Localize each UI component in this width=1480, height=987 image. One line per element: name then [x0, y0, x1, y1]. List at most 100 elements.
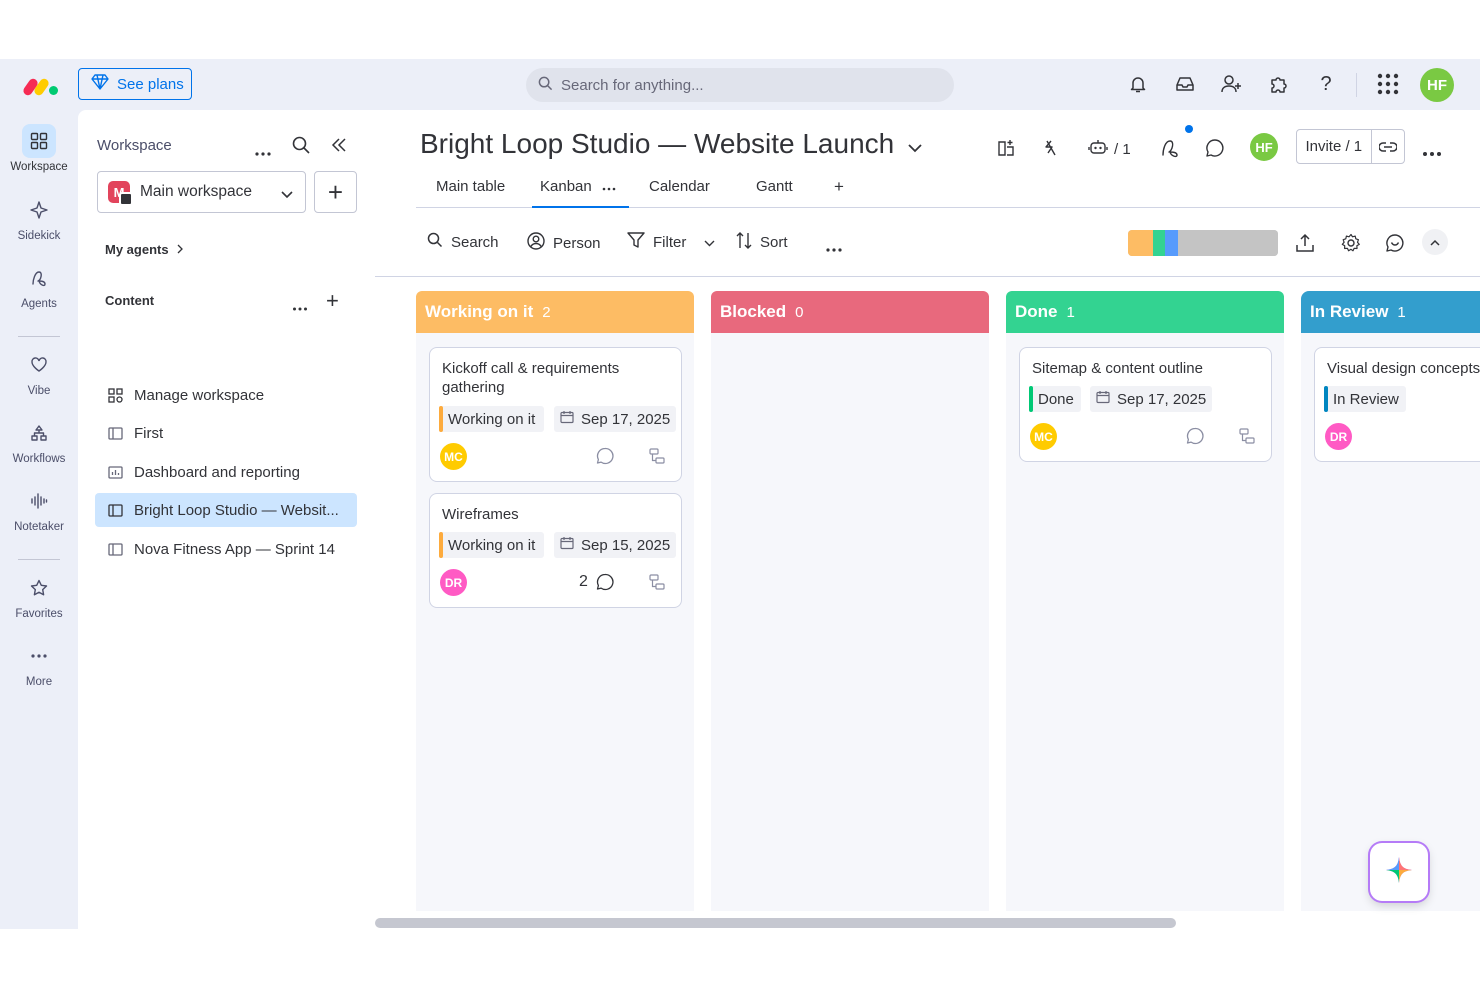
- sparkle-icon: [22, 193, 56, 227]
- column-name: Working on it: [425, 302, 534, 321]
- rail-item-sidekick[interactable]: Sidekick: [0, 193, 78, 255]
- comment-icon[interactable]: [595, 446, 615, 466]
- content-add-icon[interactable]: +: [326, 290, 339, 312]
- status-chip[interactable]: In Review: [1324, 386, 1406, 412]
- add-view-button[interactable]: +: [834, 177, 844, 207]
- workspace-selector[interactable]: M Main workspace: [97, 171, 306, 213]
- automate-icon[interactable]: [1041, 138, 1061, 163]
- invite-button[interactable]: Invite / 1: [1297, 138, 1371, 155]
- subitems-icon[interactable]: [1237, 426, 1257, 446]
- robot-icon: [1088, 138, 1108, 160]
- rail-item-agents[interactable]: Agents: [0, 261, 78, 323]
- chevron-down-icon[interactable]: [704, 234, 715, 251]
- date-chip[interactable]: Sep 15, 2025: [554, 532, 677, 558]
- tab-kanban[interactable]: Kanban: [532, 178, 629, 208]
- integrate-icon[interactable]: [996, 138, 1016, 163]
- collapse-sidebar-icon[interactable]: [331, 138, 347, 157]
- toolbar-more-icon[interactable]: [825, 240, 843, 258]
- board-search-button[interactable]: Search: [427, 232, 499, 252]
- tab-more-icon[interactable]: [602, 179, 616, 196]
- column-header[interactable]: Done 1: [1006, 291, 1284, 333]
- column-header[interactable]: In Review 1: [1301, 291, 1480, 333]
- board-more-icon[interactable]: [1422, 144, 1442, 162]
- rail-item-favorites[interactable]: Favorites: [0, 571, 78, 633]
- rail-label: More: [25, 676, 53, 688]
- star-icon: [22, 571, 56, 605]
- content-more-icon[interactable]: [292, 299, 308, 317]
- comment-icon[interactable]: [595, 572, 615, 592]
- sort-button[interactable]: Sort: [736, 232, 788, 253]
- column-header[interactable]: Blocked 0: [711, 291, 989, 333]
- status-progress-bar[interactable]: [1128, 230, 1278, 256]
- rail-item-more[interactable]: More: [0, 639, 78, 701]
- assignee-avatar[interactable]: MC: [1030, 423, 1057, 450]
- status-chip[interactable]: Working on it: [439, 406, 544, 432]
- board-owner-avatar[interactable]: HF: [1250, 133, 1278, 161]
- search-icon: [538, 76, 553, 95]
- rail-label: Workspace: [10, 161, 68, 173]
- sidebar-item-bright-loop[interactable]: Bright Loop Studio — Websit...: [95, 493, 357, 527]
- sidekick-icon[interactable]: [1160, 138, 1180, 163]
- kanban-card[interactable]: Sitemap & content outline Done Sep 17, 2…: [1019, 347, 1272, 462]
- app-switcher-icon[interactable]: [1376, 72, 1400, 96]
- automations-counter[interactable]: / 1: [1088, 138, 1131, 160]
- status-chip[interactable]: Done: [1029, 386, 1081, 412]
- tab-gantt[interactable]: Gantt: [756, 178, 793, 208]
- copy-link-icon[interactable]: [1372, 141, 1404, 152]
- rail-item-vibe[interactable]: Vibe: [0, 348, 78, 410]
- global-search-input[interactable]: Search for anything...: [526, 68, 954, 102]
- card-title: Visual design concepts: [1327, 360, 1480, 377]
- automations-count: / 1: [1114, 140, 1131, 158]
- apps-puzzle-icon[interactable]: [1267, 72, 1291, 96]
- export-icon[interactable]: [1295, 233, 1315, 258]
- subitems-icon[interactable]: [647, 446, 667, 466]
- help-icon[interactable]: ?: [1314, 72, 1338, 96]
- board-chat-icon[interactable]: [1385, 233, 1405, 258]
- settings-gear-icon[interactable]: [1341, 233, 1361, 258]
- sidebar-item-label: Dashboard and reporting: [134, 463, 300, 481]
- ai-assistant-button[interactable]: [1370, 843, 1428, 901]
- assignee-avatar[interactable]: DR: [1325, 423, 1352, 450]
- rail-item-workspace[interactable]: Workspace: [0, 124, 78, 186]
- ai-sparkle-icon: [1384, 855, 1414, 890]
- column-header[interactable]: Working on it 2: [416, 291, 694, 333]
- rail-label: Agents: [21, 298, 57, 310]
- sidebar-search-icon[interactable]: [292, 136, 310, 159]
- board-title[interactable]: Bright Loop Studio — Website Launch: [420, 128, 922, 160]
- see-plans-button[interactable]: See plans: [78, 68, 192, 100]
- date-chip[interactable]: Sep 17, 2025: [1090, 386, 1213, 412]
- sidebar-item-nova-fitness[interactable]: Nova Fitness App — Sprint 14: [95, 532, 357, 566]
- kanban-card[interactable]: Kickoff call & requirements gathering Wo…: [429, 347, 682, 482]
- inbox-icon[interactable]: [1173, 72, 1197, 96]
- date-chip[interactable]: Sep 17, 2025: [554, 406, 677, 432]
- bell-icon[interactable]: [1126, 72, 1150, 96]
- comment-icon[interactable]: [1185, 426, 1205, 446]
- sidebar-item-dashboard[interactable]: Dashboard and reporting: [95, 455, 357, 489]
- collapse-header-icon[interactable]: [1422, 229, 1448, 255]
- add-item-button[interactable]: +: [314, 171, 357, 213]
- sidebar-item-label: Nova Fitness App — Sprint 14: [134, 540, 335, 558]
- kanban-column-blocked: Blocked 0: [711, 291, 989, 911]
- user-avatar[interactable]: HF: [1420, 68, 1454, 102]
- invite-members-icon[interactable]: [1220, 72, 1244, 96]
- my-agents-link[interactable]: My agents: [105, 242, 183, 257]
- monday-logo[interactable]: [21, 72, 60, 97]
- rail-item-notetaker[interactable]: Notetaker: [0, 484, 78, 546]
- assignee-avatar[interactable]: DR: [440, 569, 467, 596]
- comment-icon[interactable]: [1205, 138, 1225, 163]
- horizontal-scrollbar[interactable]: [375, 918, 1176, 928]
- kanban-card[interactable]: Visual design concepts In Review DR: [1314, 347, 1480, 462]
- sidebar-more-icon[interactable]: [254, 144, 272, 162]
- person-filter-button[interactable]: Person: [527, 232, 601, 254]
- sidebar-item-first[interactable]: First: [95, 416, 357, 450]
- sidebar-item-manage-workspace[interactable]: Manage workspace: [95, 378, 357, 412]
- tab-main-table[interactable]: Main table: [436, 178, 505, 208]
- rail-item-workflows[interactable]: Workflows: [0, 416, 78, 478]
- tab-calendar[interactable]: Calendar: [649, 178, 710, 208]
- kanban-card[interactable]: Wireframes Working on it Sep 15, 2025 DR…: [429, 493, 682, 608]
- assignee-avatar[interactable]: MC: [440, 443, 467, 470]
- filter-button[interactable]: Filter: [627, 232, 715, 253]
- status-chip[interactable]: Working on it: [439, 532, 544, 558]
- progress-segment: [1165, 230, 1178, 256]
- subitems-icon[interactable]: [647, 572, 667, 592]
